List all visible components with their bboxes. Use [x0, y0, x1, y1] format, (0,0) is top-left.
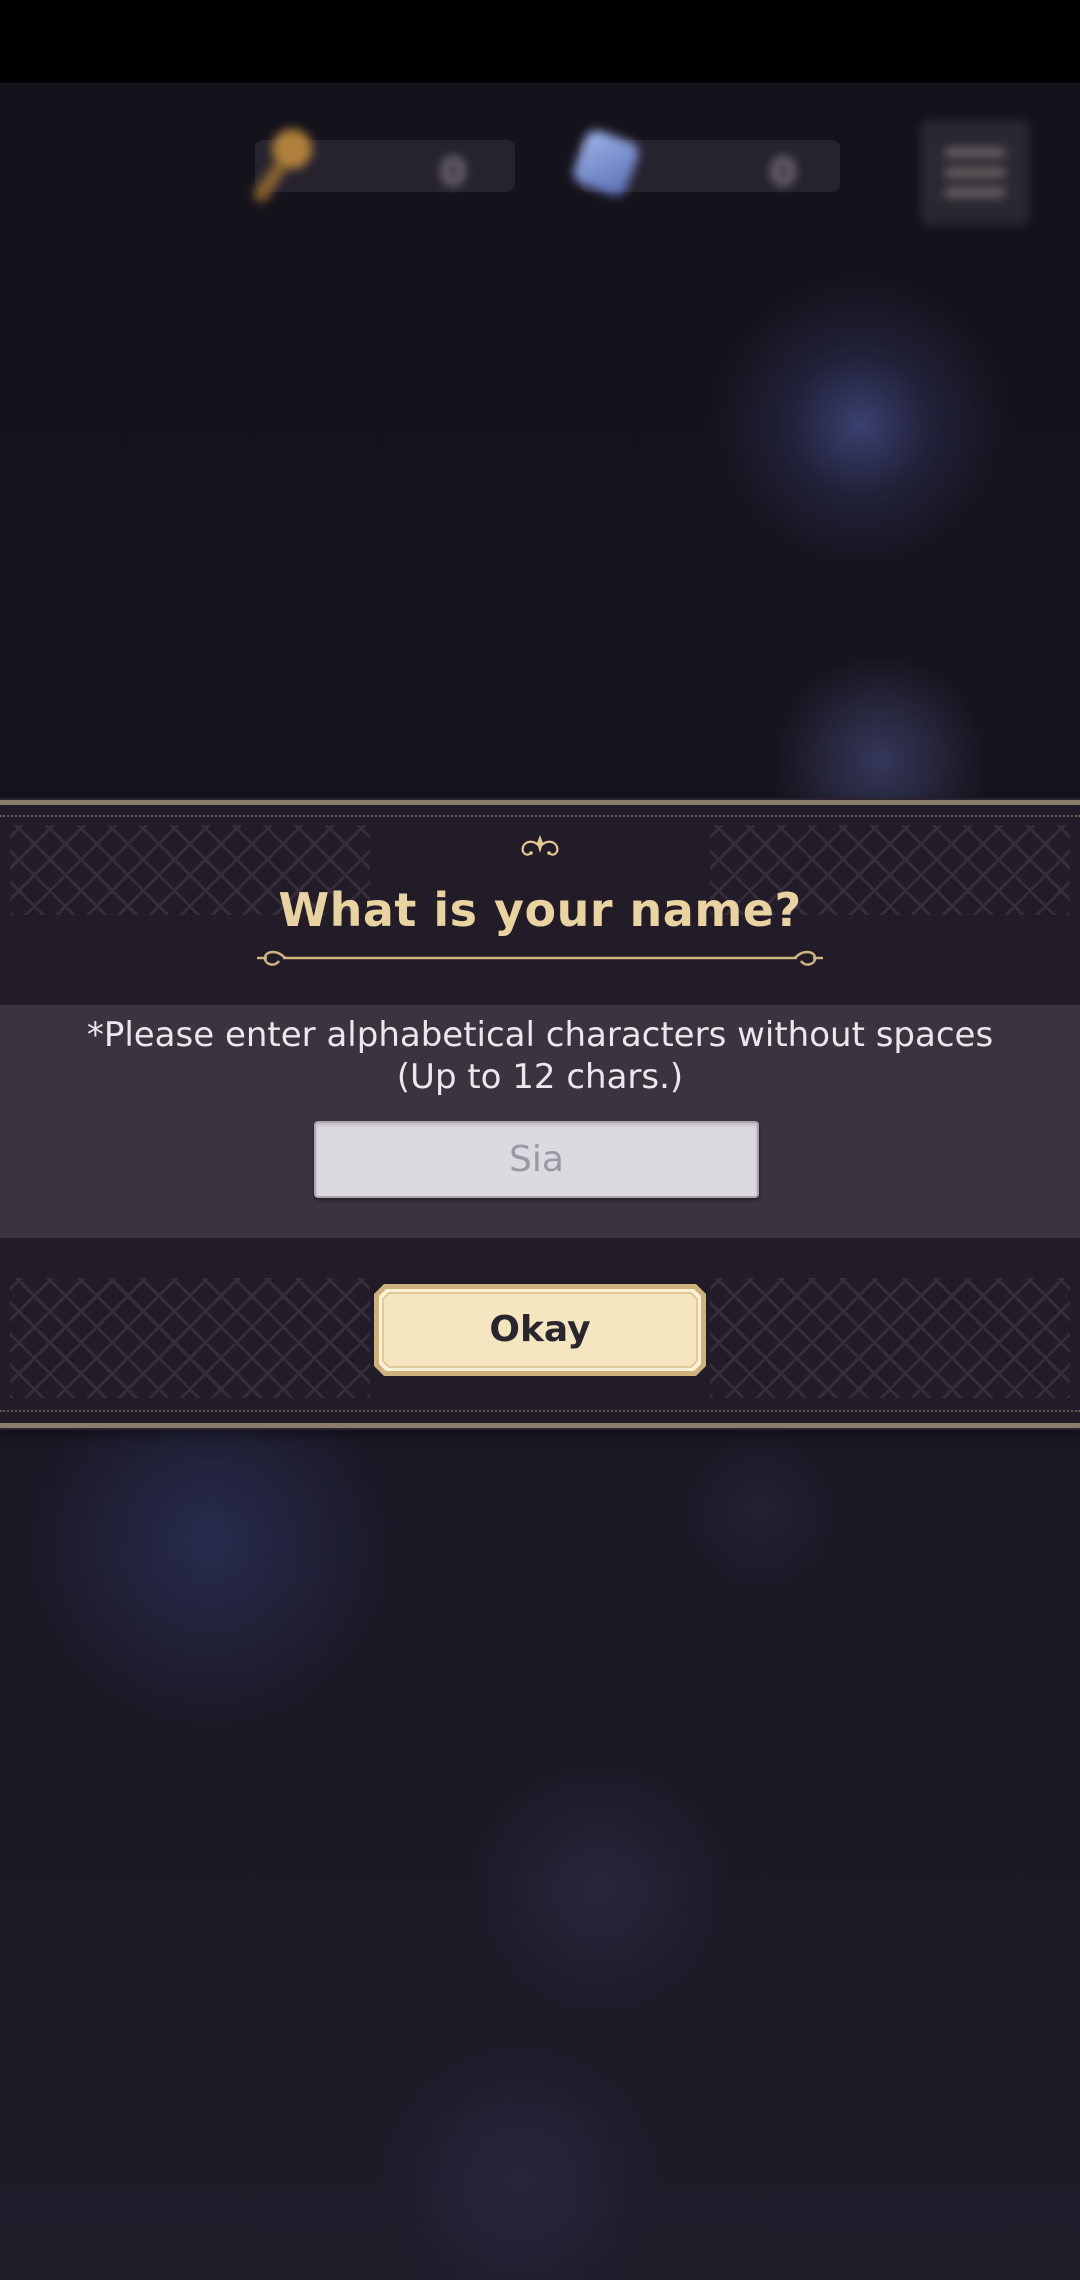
decorative-pattern — [10, 1278, 370, 1398]
name-input[interactable] — [314, 1121, 759, 1198]
instruction-panel: *Please enter alphabetical characters wi… — [0, 1005, 1080, 1238]
ornament-icon — [521, 835, 559, 856]
decorative-pattern — [710, 1278, 1070, 1398]
dialog-header: What is your name? — [0, 805, 1080, 1005]
instruction-text: *Please enter alphabetical characters wi… — [86, 1015, 994, 1055]
name-entry-dialog: What is your name? *Please enter alphabe… — [0, 800, 1080, 1428]
key-amount: 0 — [440, 150, 467, 194]
okay-button-label: Okay — [489, 1309, 591, 1350]
menu-icon — [920, 120, 1030, 225]
status-bar — [0, 0, 1080, 83]
key-icon — [250, 125, 320, 205]
okay-button[interactable]: Okay — [370, 1280, 710, 1380]
gem-amount: 0 — [770, 150, 797, 194]
character-limit-text: (Up to 12 chars.) — [396, 1057, 684, 1097]
dialog-title: What is your name? — [278, 883, 802, 937]
divider-flourish-icon — [257, 950, 823, 966]
game-screen: 0 0 What is your name? *Please enter alp… — [0, 0, 1080, 2280]
